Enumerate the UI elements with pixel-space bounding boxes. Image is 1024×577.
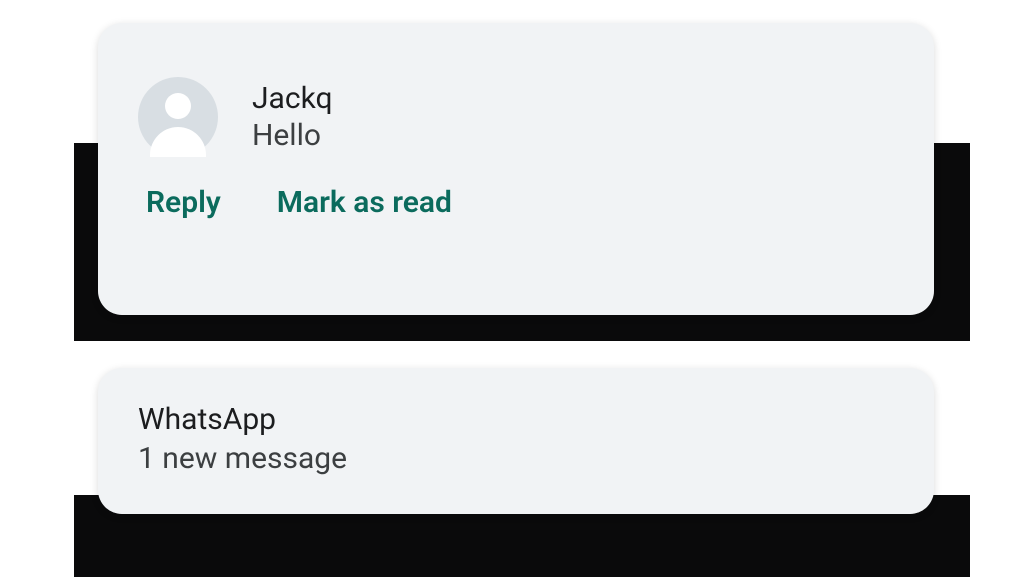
reply-button[interactable]: Reply xyxy=(146,185,221,220)
notification-body: Hello xyxy=(252,118,333,153)
notification-sender: Jackq xyxy=(252,81,333,116)
avatar-icon xyxy=(138,77,218,157)
notification-app-title: WhatsApp xyxy=(138,402,894,437)
notification-card-summary[interactable]: WhatsApp 1 new message xyxy=(98,368,934,514)
notification-summary: 1 new message xyxy=(138,441,894,476)
mark-as-read-button[interactable]: Mark as read xyxy=(277,185,452,220)
notification-card-message[interactable]: Jackq Hello Reply Mark as read xyxy=(98,23,934,315)
